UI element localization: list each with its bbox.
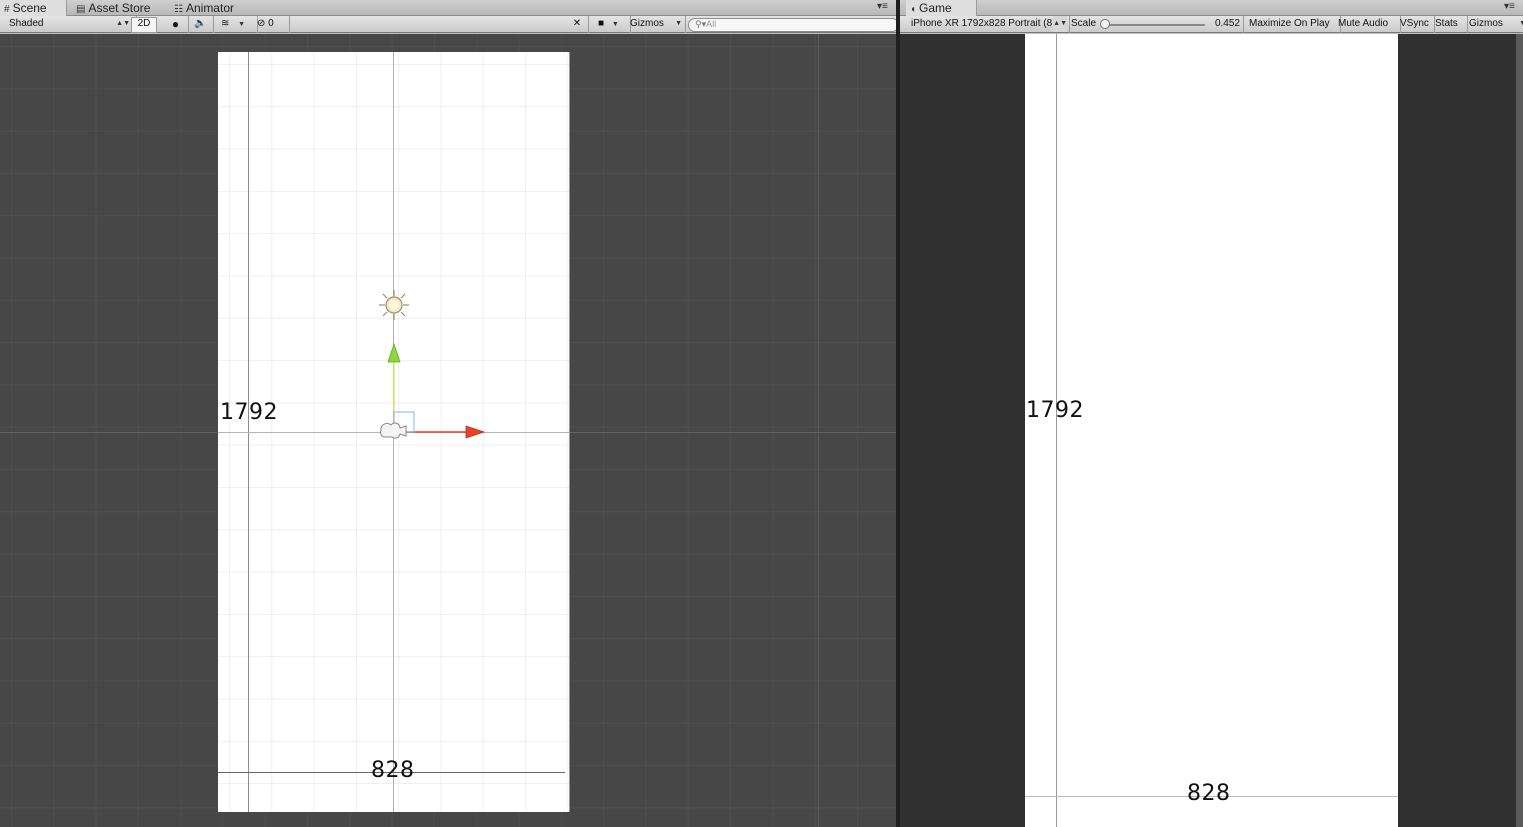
game-toolbar: iPhone XR 1792x828 Portrait (8 ▲▼ Scale … <box>900 16 1523 33</box>
lightbulb-icon: ● <box>171 17 180 31</box>
camera-gizmo-icon <box>380 422 407 439</box>
bag-icon: ▤ <box>76 4 86 15</box>
pacman-icon: ◖ <box>910 4 917 15</box>
lighting-toggle[interactable]: ● <box>163 16 189 33</box>
scene-width-label: 828 <box>371 758 415 783</box>
scene-outer-vertical-line <box>818 34 819 827</box>
chevron-down-icon: ▼ <box>611 21 619 28</box>
scene-search-input[interactable]: ⚲▾All <box>688 18 899 32</box>
game-height-label: 1792 <box>1026 398 1084 423</box>
scale-slider-track[interactable] <box>1103 24 1205 26</box>
tab-game[interactable]: ◖ Game <box>906 0 977 16</box>
hidden-objects-toggle[interactable]: ⊘ 0 <box>251 16 290 33</box>
draw-mode-dropdown[interactable]: Shaded ▲▼ <box>0 16 137 33</box>
gizmos-dropdown[interactable]: Gizmos ▼ <box>626 16 686 33</box>
chevron-down-icon: ▲▼ <box>1053 16 1067 32</box>
mute-audio-toggle[interactable]: Mute Audio <box>1334 16 1401 33</box>
game-canvas: 1792 828 <box>1025 34 1398 827</box>
scene-tabstrip: # Scene ▤ Asset Store ☷ Animator ▾≡ <box>0 0 896 16</box>
hash-icon: # <box>4 4 10 15</box>
animator-icon: ☷ <box>174 4 183 15</box>
chevron-down-icon: ▼ <box>1519 20 1523 27</box>
tools-button[interactable]: ✕ <box>566 16 589 33</box>
tab-animator[interactable]: ☷ Animator <box>170 0 238 16</box>
scale-value: 0.452 <box>1207 16 1244 33</box>
game-gizmos-dropdown[interactable]: Gizmos ▼ <box>1462 16 1523 33</box>
game-width-label: 828 <box>1187 781 1231 806</box>
chevron-down-icon: ▲▼ <box>116 20 130 27</box>
eye-slash-icon: ⊘ <box>257 18 266 29</box>
tab-scene[interactable]: # Scene <box>0 0 67 16</box>
scene-height-label: 1792 <box>220 400 278 425</box>
chevron-down-icon: ▼ <box>238 21 246 28</box>
wrench-icon: ✕ <box>572 18 582 29</box>
layers-icon: ≋ <box>221 18 230 29</box>
scene-canvas-rect: 1792 828 <box>218 52 570 812</box>
search-icon: ⚲▾ <box>695 19 707 29</box>
scale-slider-handle[interactable] <box>1100 19 1110 29</box>
game-left-guide <box>1056 34 1057 827</box>
maximize-on-play-toggle[interactable]: Maximize On Play <box>1243 16 1341 33</box>
game-scrollbar[interactable] <box>1516 34 1523 827</box>
move-gizmo[interactable] <box>378 340 488 460</box>
sun-icon[interactable] <box>378 289 410 321</box>
scene-viewport[interactable]: 1792 828 <box>0 34 896 827</box>
scale-label: Scale <box>1071 18 1097 29</box>
audio-toggle[interactable]: 🔈 <box>188 16 214 33</box>
scene-toolbar: Shaded ▲▼ 2D ● 🔈 ≋ ▼ ⊘ 0 ✕ ■ ▼ Gizmos ▼ … <box>0 16 899 33</box>
chevron-down-icon: ▼ <box>675 20 682 27</box>
panel-menu-icon[interactable]: ▾≡ <box>877 1 888 12</box>
resolution-dropdown[interactable]: iPhone XR 1792x828 Portrait (8 ▲▼ <box>906 16 1070 33</box>
game-viewport[interactable]: 1792 828 <box>900 34 1523 827</box>
camera-icon: ■ <box>598 18 605 29</box>
tab-asset-store[interactable]: ▤ Asset Store <box>72 0 154 16</box>
panel-menu-icon[interactable]: ▾≡ <box>1504 1 1515 12</box>
speaker-icon: 🔈 <box>194 18 207 29</box>
2d-toggle-button[interactable]: 2D <box>131 17 157 33</box>
game-tabstrip: ◖ Game ▾≡ <box>900 0 1523 16</box>
